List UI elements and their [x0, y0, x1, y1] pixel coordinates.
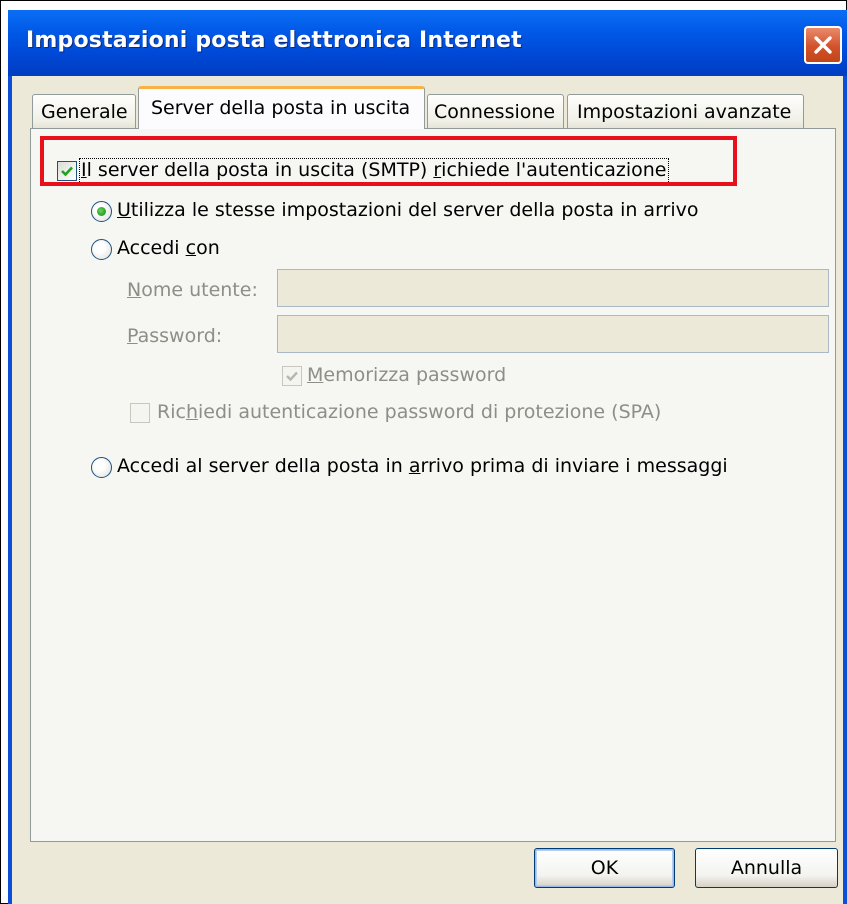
- tab-connessione-label: Connessione: [434, 101, 556, 123]
- cancel-button[interactable]: Annulla: [695, 848, 838, 888]
- window-frame-right: [843, 76, 847, 904]
- title-bar: Impostazioni posta elettronica Internet: [8, 10, 847, 76]
- smtp-auth-checkbox[interactable]: [57, 161, 77, 181]
- same-settings-radio[interactable]: [91, 201, 112, 222]
- smtp-auth-label[interactable]: Il server della posta in uscita (SMTP) r…: [79, 158, 669, 184]
- check-icon: [61, 166, 73, 177]
- radio-selected-dot: [97, 207, 106, 216]
- check-icon: [286, 371, 298, 382]
- tab-impostazioni-avanzate[interactable]: Impostazioni avanzate: [567, 94, 804, 128]
- window-title: Impostazioni posta elettronica Internet: [26, 28, 522, 53]
- close-button[interactable]: [804, 26, 842, 64]
- username-label: Nome utente:: [127, 279, 258, 301]
- incoming-server-first-label[interactable]: Accedi al server della posta in arrivo p…: [117, 455, 728, 477]
- tab-panel: Il server della posta in uscita (SMTP) r…: [30, 128, 836, 842]
- tab-server-posta-uscita-label: Server della posta in uscita: [151, 97, 411, 119]
- spa-label[interactable]: Richiedi autenticazione password di prot…: [157, 401, 661, 423]
- close-icon: [814, 36, 832, 54]
- tab-impostazioni-avanzate-label: Impostazioni avanzate: [577, 101, 792, 123]
- window-frame-left: [8, 76, 12, 904]
- remember-password-checkbox[interactable]: [282, 366, 302, 386]
- spa-checkbox[interactable]: [130, 403, 150, 423]
- incoming-server-first-radio[interactable]: [91, 457, 112, 478]
- username-input[interactable]: [277, 269, 829, 307]
- tab-generale-label: Generale: [41, 101, 128, 123]
- remember-password-label[interactable]: Memorizza password: [307, 364, 506, 386]
- tab-connessione[interactable]: Connessione: [427, 94, 564, 128]
- password-input[interactable]: [277, 315, 829, 353]
- ok-button[interactable]: OK: [534, 848, 675, 888]
- login-with-radio[interactable]: [91, 239, 112, 260]
- tab-generale[interactable]: Generale: [32, 94, 136, 128]
- login-with-label[interactable]: Accedi con: [117, 237, 220, 259]
- dialog-window: Impostazioni posta elettronica Internet …: [8, 10, 847, 904]
- same-settings-label[interactable]: Utilizza le stesse impostazioni del serv…: [117, 199, 699, 221]
- password-label: Password:: [127, 325, 223, 347]
- tab-server-posta-uscita[interactable]: Server della posta in uscita: [138, 86, 425, 129]
